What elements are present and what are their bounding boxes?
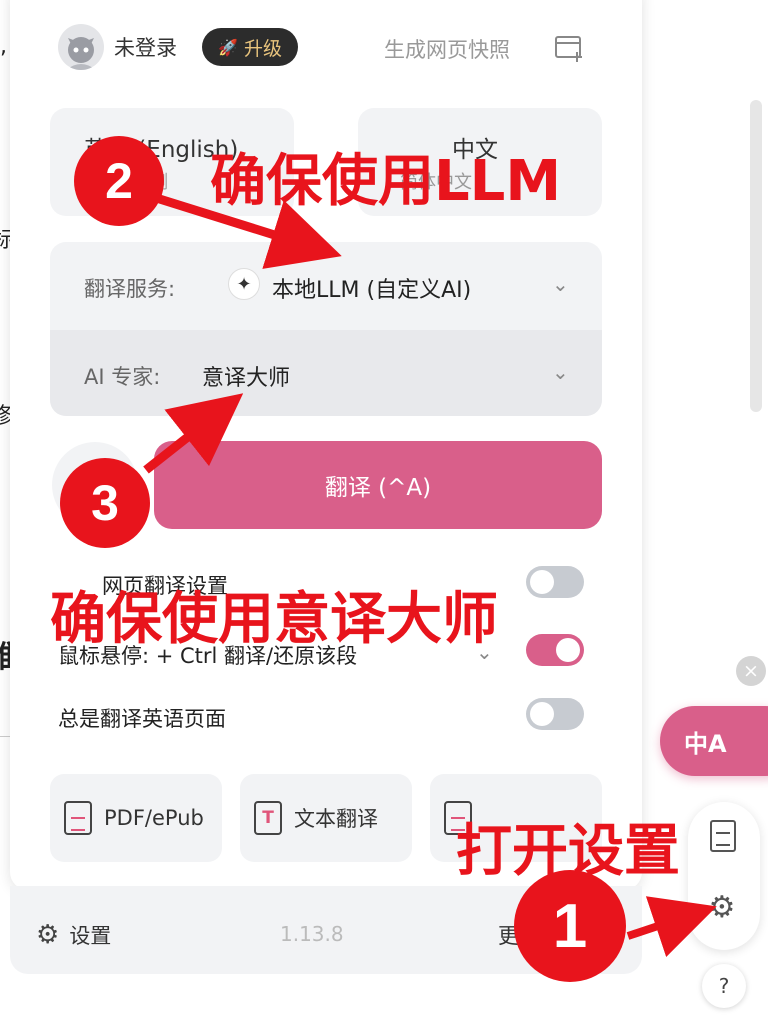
- gear-icon[interactable]: ⚙: [704, 890, 740, 926]
- text-doc-icon: T: [254, 801, 282, 835]
- close-icon[interactable]: ×: [736, 656, 766, 686]
- always-translate-toggle[interactable]: [526, 698, 584, 730]
- snapshot-link[interactable]: 生成网页快照: [384, 34, 510, 64]
- chevron-down-icon[interactable]: ⌄: [552, 360, 569, 384]
- settings-button[interactable]: ⚙ 设置: [36, 920, 111, 950]
- text-translate-button[interactable]: T 文本翻译: [240, 774, 412, 862]
- service-select[interactable]: 本地LLM (自定义AI): [272, 272, 471, 304]
- login-status[interactable]: 未登录: [114, 32, 177, 62]
- step-2-note: 确保使用LLM: [210, 149, 562, 214]
- pdf-translate-button[interactable]: PDF/ePub: [50, 774, 222, 862]
- hover-translate-toggle[interactable]: [526, 634, 584, 666]
- version-text: 1.13.8: [280, 922, 344, 946]
- help-icon[interactable]: ?: [702, 964, 746, 1008]
- rocket-icon: 🚀: [218, 37, 238, 57]
- translate-button[interactable]: 翻译 (^A): [154, 441, 602, 529]
- upgrade-label: 升级: [243, 37, 282, 60]
- chevron-down-icon[interactable]: ⌄: [552, 272, 569, 296]
- settings-label: 设置: [69, 924, 112, 948]
- snapshot-icon[interactable]: [554, 34, 584, 64]
- page-scrollbar[interactable]: [750, 100, 762, 412]
- pdf-doc-icon: [64, 801, 92, 835]
- avatar-icon[interactable]: [58, 24, 104, 70]
- step-2-badge: 2: [74, 136, 164, 226]
- ai-sparkle-icon: ✦: [228, 268, 260, 300]
- step-1-note: 打开设置: [456, 819, 680, 884]
- pdf-label: PDF/ePub: [104, 806, 204, 830]
- text-translate-label: 文本翻译: [294, 807, 378, 831]
- toggle-switch[interactable]: [526, 566, 584, 598]
- step-3-badge: 3: [60, 458, 150, 548]
- gear-icon: ⚙: [36, 920, 60, 950]
- upgrade-button[interactable]: 🚀 升级: [202, 28, 298, 66]
- doc-icon[interactable]: [710, 820, 736, 852]
- ai-expert-select[interactable]: 意译大师: [202, 360, 290, 392]
- ai-expert-label: AI 专家:: [84, 365, 161, 389]
- service-label: 翻译服务:: [84, 277, 176, 301]
- step-3-note: 确保使用意译大师: [50, 587, 498, 652]
- background-text: ,: [0, 34, 7, 59]
- always-translate-label: 总是翻译英语页面: [58, 707, 226, 731]
- float-translate-button[interactable]: 中A: [660, 706, 768, 776]
